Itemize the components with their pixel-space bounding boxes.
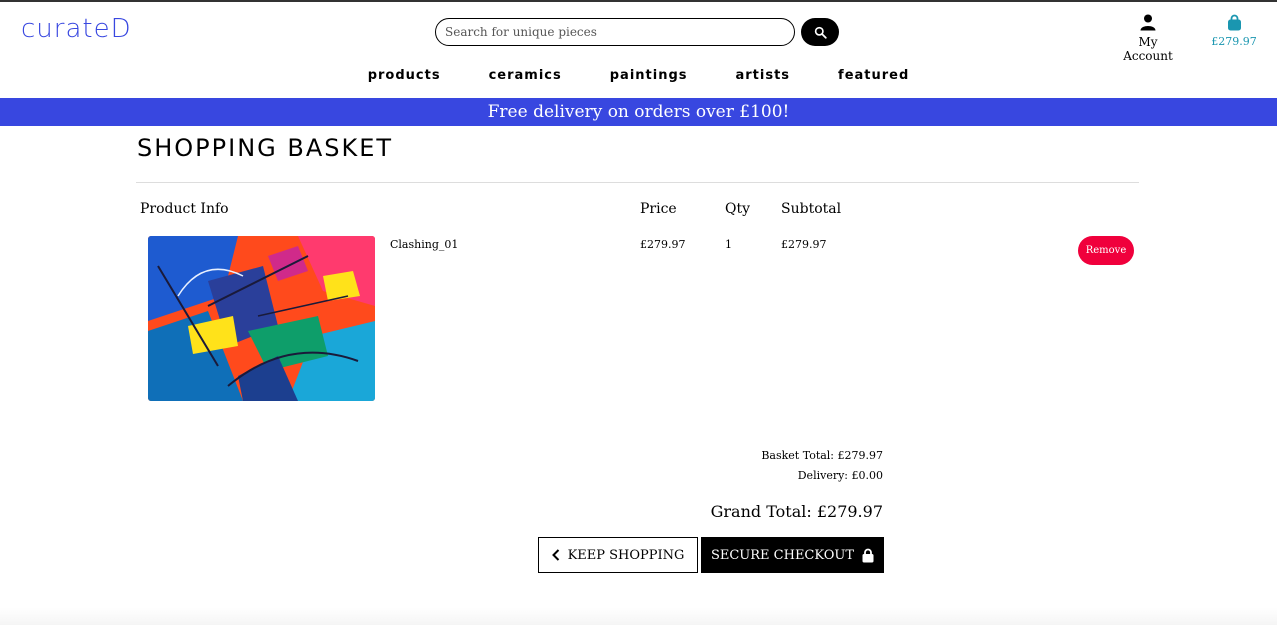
secure-checkout-button[interactable]: SECURE CHECKOUT <box>701 537 884 573</box>
site-logo[interactable]: curateD <box>21 14 132 44</box>
checkout-label: SECURE CHECKOUT <box>710 547 855 563</box>
account-link[interactable]: My Account <box>1112 14 1184 63</box>
nav-item-ceramics[interactable]: ceramics <box>489 68 562 83</box>
account-label: My Account <box>1123 35 1173 63</box>
search-input[interactable] <box>435 18 795 46</box>
delivery-line: Delivery: £0.00 <box>797 469 883 482</box>
search-button[interactable] <box>801 18 839 46</box>
product-image[interactable] <box>148 236 375 401</box>
search-bar <box>435 18 839 46</box>
product-name[interactable]: Clashing_01 <box>390 238 458 251</box>
nav-item-featured[interactable]: featured <box>838 68 909 83</box>
header-price: Price <box>640 201 677 217</box>
lock-icon <box>862 548 874 562</box>
shopping-bag-icon <box>1227 14 1241 31</box>
nav-item-paintings[interactable]: paintings <box>610 68 688 83</box>
nav-item-products[interactable]: products <box>368 68 441 83</box>
divider <box>136 182 1139 183</box>
delivery-banner: Free delivery on orders over £100! <box>0 98 1277 126</box>
header-qty: Qty <box>725 201 751 217</box>
search-icon <box>814 26 827 39</box>
basket-total: £279.97 <box>1211 35 1257 48</box>
nav-item-artists[interactable]: artists <box>736 68 791 83</box>
page-shadow <box>0 607 1277 625</box>
product-price: £279.97 <box>640 238 686 251</box>
product-subtotal: £279.97 <box>781 238 827 251</box>
main-nav: products ceramics paintings artists feat… <box>0 68 1277 83</box>
abstract-painting <box>148 236 375 401</box>
remove-button[interactable]: Remove <box>1078 236 1134 265</box>
chevron-left-icon <box>551 549 559 561</box>
header-product-info: Product Info <box>140 201 229 217</box>
product-qty: 1 <box>725 238 732 251</box>
page-title: Shopping Basket <box>137 134 394 162</box>
keep-shopping-label: KEEP SHOPPING <box>567 547 685 563</box>
keep-shopping-button[interactable]: KEEP SHOPPING <box>538 537 698 573</box>
header-subtotal: Subtotal <box>781 201 842 217</box>
user-icon <box>1140 14 1156 31</box>
basket-link[interactable]: £279.97 <box>1208 14 1260 48</box>
basket-total-line: Basket Total: £279.97 <box>761 449 883 462</box>
grand-total: Grand Total: £279.97 <box>710 502 883 521</box>
